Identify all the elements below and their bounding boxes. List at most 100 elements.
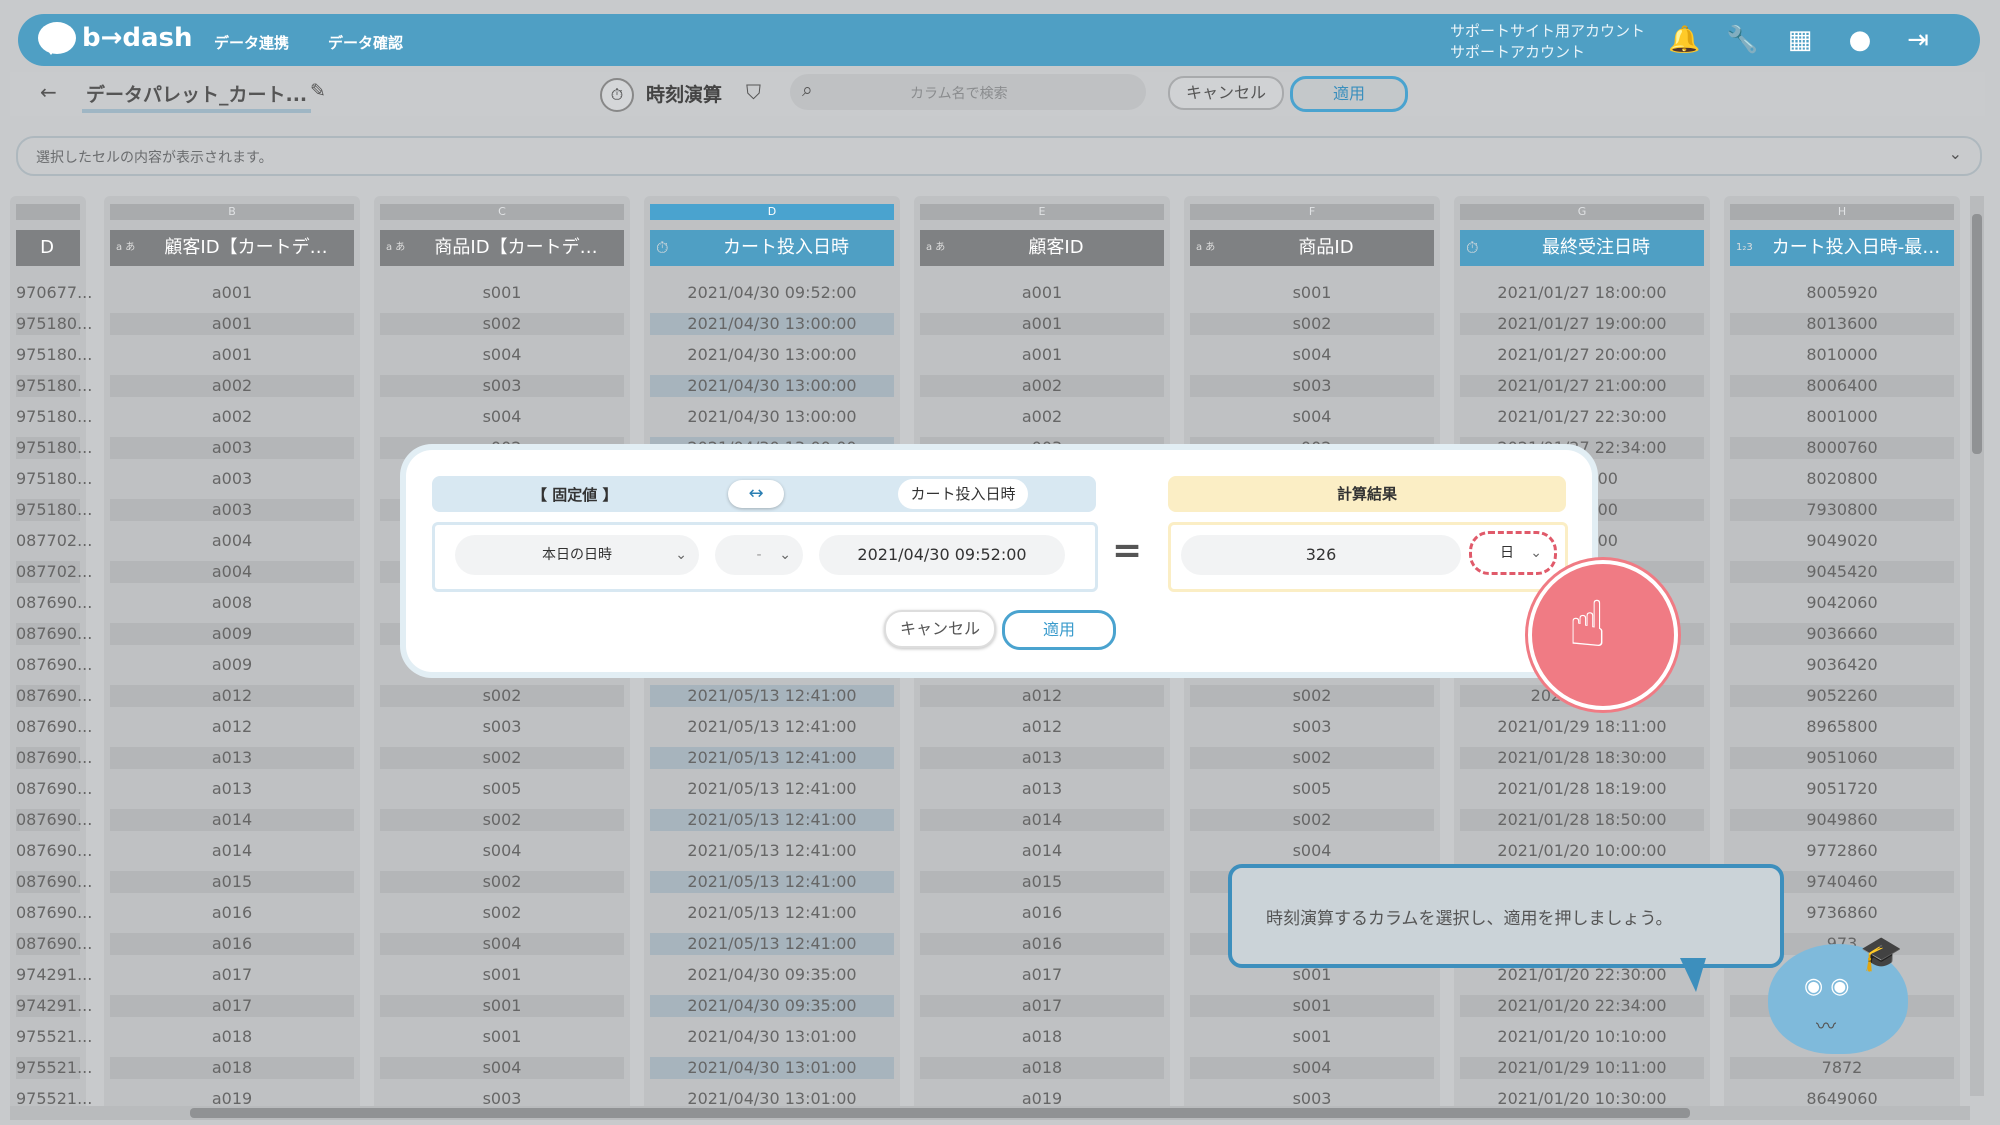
column-letter[interactable]: G — [1460, 204, 1704, 220]
table-cell[interactable]: s005 — [1190, 778, 1434, 800]
table-cell[interactable]: 2021/01/27 20:00:00 — [1460, 344, 1704, 366]
table-cell[interactable]: a017 — [920, 995, 1164, 1017]
table-cell[interactable]: s001 — [380, 995, 624, 1017]
table-cell[interactable]: 2021/04/30 13:00:00 — [650, 344, 894, 366]
table-cell[interactable]: 087690... — [16, 902, 92, 924]
column-letter[interactable]: C — [380, 204, 624, 220]
table-cell[interactable]: a018 — [920, 1026, 1164, 1048]
table-cell[interactable]: 087690... — [16, 623, 92, 645]
swap-icon[interactable]: ↔ — [728, 480, 784, 508]
table-cell[interactable]: s004 — [380, 1057, 624, 1079]
table-cell[interactable]: a001 — [110, 344, 354, 366]
table-cell[interactable]: a015 — [920, 871, 1164, 893]
table-cell[interactable]: a013 — [920, 778, 1164, 800]
table-cell[interactable]: s001 — [380, 1026, 624, 1048]
table-cell[interactable]: a018 — [110, 1026, 354, 1048]
table-cell[interactable]: a012 — [110, 716, 354, 738]
table-cell[interactable]: 8006400 — [1730, 375, 1954, 397]
table-cell[interactable]: s004 — [1190, 1057, 1434, 1079]
table-cell[interactable]: 087690... — [16, 809, 92, 831]
table-cell[interactable]: a003 — [110, 437, 354, 459]
table-cell[interactable]: 087690... — [16, 716, 92, 738]
operator-select[interactable]: - ⌄ — [715, 535, 803, 575]
table-cell[interactable]: 2021/01/28 18:19:00 — [1460, 778, 1704, 800]
table-cell[interactable]: 2021/05/13 12:41:00 — [650, 902, 894, 924]
table-cell[interactable]: a004 — [110, 530, 354, 552]
table-cell[interactable]: 8010000 — [1730, 344, 1954, 366]
table-cell[interactable]: s001 — [1190, 1026, 1434, 1048]
table-cell[interactable]: 975180... — [16, 437, 92, 459]
table-cell[interactable]: 2021/01/20 10:00:00 — [1460, 840, 1704, 862]
table-cell[interactable]: 2021/01/29 18:11:00 — [1460, 716, 1704, 738]
table-cell[interactable]: s003 — [380, 716, 624, 738]
table-cell[interactable]: 087702... — [16, 530, 92, 552]
table-cell[interactable]: 9036420 — [1730, 654, 1954, 676]
table-cell[interactable]: a004 — [110, 561, 354, 583]
table-cell[interactable]: s002 — [380, 313, 624, 335]
table-cell[interactable]: 2021/04/30 09:35:00 — [650, 964, 894, 986]
table-cell[interactable]: 2021/01/28 18:30:00 — [1460, 747, 1704, 769]
table-cell[interactable]: a017 — [110, 995, 354, 1017]
table-cell[interactable]: a001 — [110, 282, 354, 304]
table-cell[interactable]: 9045420 — [1730, 561, 1954, 583]
table-cell[interactable]: 2021/04/30 13:01:00 — [650, 1026, 894, 1048]
table-cell[interactable]: 974291... — [16, 964, 92, 986]
table-cell[interactable]: 2021/04/30 09:52:00 — [650, 282, 894, 304]
table-cell[interactable]: 2021/01/29 10:11:00 — [1460, 1057, 1704, 1079]
column-header[interactable]: ⏱ 最終受注日時 — [1460, 230, 1704, 266]
table-cell[interactable]: 2021/01/27 18:00:00 — [1460, 282, 1704, 304]
table-cell[interactable]: a016 — [920, 902, 1164, 924]
table-cell[interactable]: 974291... — [16, 995, 92, 1017]
table-cell[interactable]: s004 — [1190, 344, 1434, 366]
table-cell[interactable]: s004 — [1190, 840, 1434, 862]
table-cell[interactable]: 2021/05/13 12:41:00 — [650, 871, 894, 893]
column-header[interactable]: a あ 顧客ID【カートデ… — [110, 230, 354, 266]
table-cell[interactable]: 2021/01/27 21:00:00 — [1460, 375, 1704, 397]
table-cell[interactable]: a016 — [110, 933, 354, 955]
table-cell[interactable]: s004 — [380, 933, 624, 955]
table-cell[interactable]: a008 — [110, 592, 354, 614]
table-cell[interactable]: s002 — [380, 809, 624, 831]
table-cell[interactable]: 8001000 — [1730, 406, 1954, 428]
horizontal-scrollbar[interactable] — [10, 1106, 1970, 1120]
column-header[interactable]: 1₂3 カート投入日時-最… — [1730, 230, 1954, 266]
table-cell[interactable]: s004 — [380, 840, 624, 862]
shield-icon[interactable]: ⛉ — [746, 80, 761, 104]
table-cell[interactable]: a013 — [110, 778, 354, 800]
column-header[interactable]: a あ 商品ID — [1190, 230, 1434, 266]
table-cell[interactable]: a003 — [110, 468, 354, 490]
table-cell[interactable]: s002 — [1190, 685, 1434, 707]
table-cell[interactable]: 8965800 — [1730, 716, 1954, 738]
table-cell[interactable]: 087690... — [16, 871, 92, 893]
table-cell[interactable]: 9051060 — [1730, 747, 1954, 769]
grid-icon[interactable]: ▦ — [1784, 24, 1816, 56]
table-cell[interactable]: s002 — [380, 747, 624, 769]
table-cell[interactable]: s001 — [1190, 282, 1434, 304]
table-cell[interactable]: 2021/01/27 22:30:00 — [1460, 406, 1704, 428]
table-cell[interactable]: 2021/05/13 12:41:00 — [650, 809, 894, 831]
table-cell[interactable]: a001 — [920, 282, 1164, 304]
table-cell[interactable]: a012 — [920, 716, 1164, 738]
table-cell[interactable]: 7872 — [1730, 1057, 1954, 1079]
column-letter[interactable]: D — [650, 204, 894, 220]
table-cell[interactable]: 087690... — [16, 747, 92, 769]
grid-column[interactable]: D 970677... 975180... 975180... 975180... 975… — [10, 196, 92, 1116]
table-cell[interactable]: s002 — [380, 685, 624, 707]
table-cell[interactable]: 8000760 — [1730, 437, 1954, 459]
table-cell[interactable]: 9772860 — [1730, 840, 1954, 862]
table-cell[interactable]: 2021/04/30 09:35:00 — [650, 995, 894, 1017]
table-cell[interactable]: a014 — [920, 840, 1164, 862]
apply-button[interactable]: 適用 — [1290, 76, 1408, 112]
table-cell[interactable]: 975180... — [16, 406, 92, 428]
column-letter[interactable]: F — [1190, 204, 1434, 220]
column-header[interactable]: ⏱ カート投入日時 — [650, 230, 894, 266]
table-cell[interactable]: 975521... — [16, 1057, 92, 1079]
table-cell[interactable]: 2021/04/30 13:00:00 — [650, 406, 894, 428]
table-cell[interactable]: 9051720 — [1730, 778, 1954, 800]
datetime-source-select[interactable]: 本日の日時 ⌄ — [455, 535, 699, 575]
table-cell[interactable]: s004 — [1190, 406, 1434, 428]
logo[interactable]: b→dash — [38, 22, 193, 55]
table-cell[interactable]: 2021/05/13 12:41:00 — [650, 840, 894, 862]
table-cell[interactable]: s001 — [1190, 995, 1434, 1017]
table-cell[interactable]: s003 — [1190, 716, 1434, 738]
